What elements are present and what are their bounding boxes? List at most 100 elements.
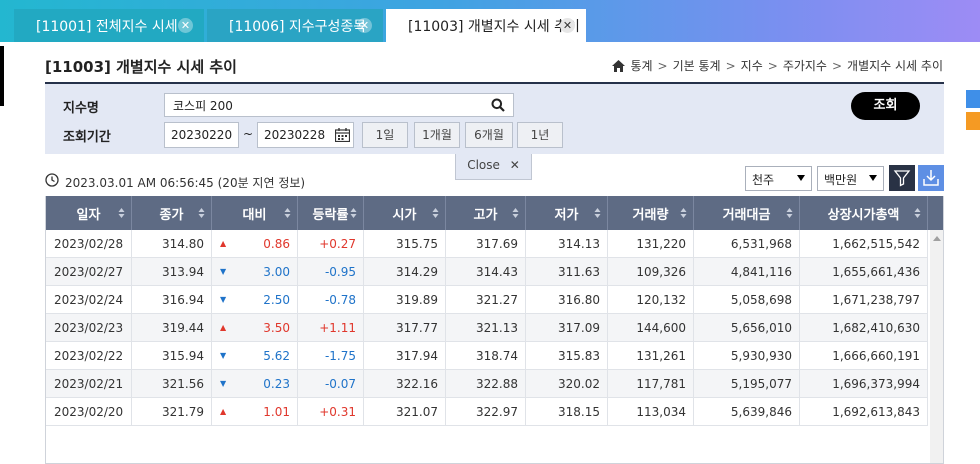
calendar-icon[interactable] (335, 128, 350, 142)
cell-high: 321.13 (446, 314, 526, 341)
close-search-panel-button[interactable]: Close ✕ (455, 154, 532, 180)
breadcrumb-item[interactable]: 기본 통계 (673, 57, 721, 74)
period-1month-button[interactable]: 1개월 (414, 122, 460, 148)
column-header[interactable]: 고가 (446, 196, 526, 230)
column-header[interactable]: 저가 (526, 196, 608, 230)
column-header[interactable]: 시가 (364, 196, 446, 230)
cell-low: 316.80 (526, 286, 608, 313)
dropdown-arrow-icon (797, 175, 805, 181)
column-label: 등락률 (312, 207, 349, 223)
close-icon[interactable]: ✕ (560, 18, 575, 33)
cell-amount: 5,930,930 (694, 342, 800, 369)
column-header[interactable]: 대비 (212, 196, 298, 230)
cell-change: ▼ 3.00 (212, 258, 298, 285)
close-icon[interactable]: ✕ (357, 18, 372, 33)
sort-icon[interactable] (512, 207, 519, 219)
period-6month-button[interactable]: 6개월 (465, 122, 513, 148)
cell-low: 315.83 (526, 342, 608, 369)
cell-value: 113,034 (636, 404, 686, 419)
sort-icon[interactable] (594, 207, 601, 219)
cell-volume: 131,220 (608, 230, 694, 257)
side-toolbar-button[interactable] (966, 90, 980, 108)
column-header[interactable]: 종가 (132, 196, 212, 230)
column-label: 대비 (242, 207, 267, 223)
sort-icon[interactable] (118, 207, 125, 219)
cell-amount: 5,639,846 (694, 398, 800, 425)
table-row[interactable]: 2023/02/24 316.94 ▼ 2.50 -0.78 319.89 321.27 31… (46, 286, 928, 314)
column-header[interactable]: 상장시가총액 (800, 196, 928, 230)
sort-icon[interactable] (786, 207, 793, 219)
cell-high: 322.97 (446, 398, 526, 425)
chevron-right-icon: > (831, 58, 843, 73)
breadcrumb-item[interactable]: 통계 (630, 57, 652, 74)
query-button[interactable]: 조회 (851, 92, 920, 120)
search-icon[interactable] (491, 98, 505, 112)
tab-11001[interactable]: [11001] 전체지수 시세 ✕ (14, 9, 204, 42)
index-search-input[interactable]: 코스피 200 (164, 93, 514, 117)
cell-value: 131,261 (636, 348, 686, 363)
cell-cap: 1,671,238,797 (800, 286, 928, 313)
sort-icon[interactable] (914, 207, 921, 219)
cell-value: +0.27 (319, 236, 356, 251)
table-row[interactable]: 2023/02/22 315.94 ▼ 5.62 -1.75 317.94 318.74 31… (46, 342, 928, 370)
cell-value: -0.07 (324, 376, 356, 391)
cell-value: 314.29 (396, 264, 438, 279)
period-1year-button[interactable]: 1년 (517, 122, 563, 148)
cell-rate: +1.11 (298, 314, 364, 341)
close-icon[interactable]: ✕ (178, 18, 193, 33)
sort-icon[interactable] (680, 207, 687, 219)
cell-date: 2023/02/22 (46, 342, 132, 369)
table-row[interactable]: 2023/02/27 313.94 ▼ 3.00 -0.95 314.29 314.43 31… (46, 258, 928, 286)
column-label: 거래량 (632, 207, 669, 223)
cell-value: 317.77 (396, 320, 438, 335)
vertical-scrollbar[interactable] (930, 230, 943, 463)
table-body: 2023/02/28 314.80 ▲ 0.86 +0.27 315.75 317.69 31… (46, 230, 928, 426)
column-header[interactable]: 거래대금 (694, 196, 800, 230)
table-row[interactable]: 2023/02/20 321.79 ▲ 1.01 +0.31 321.07 322.97 31… (46, 398, 928, 426)
cell-value: 6,531,968 (730, 236, 792, 251)
cell-low: 314.13 (526, 230, 608, 257)
table-row[interactable]: 2023/02/23 319.44 ▲ 3.50 +1.11 317.77 321.13 31… (46, 314, 928, 342)
cell-value: 314.80 (162, 236, 204, 251)
chevron-right-icon: > (657, 58, 668, 73)
volume-unit-select[interactable]: 천주 (745, 166, 812, 191)
sort-icon[interactable] (432, 207, 439, 219)
amount-unit-value: 백만원 (824, 173, 858, 187)
column-header[interactable]: 거래량 (608, 196, 694, 230)
close-icon: ✕ (509, 158, 520, 172)
tab-11006[interactable]: [11006] 지수구성종목 ✕ (207, 9, 383, 42)
timestamp-value: 2023.03.01 AM 06:56:45 (65, 176, 214, 190)
start-date-input[interactable]: 20230220 (164, 122, 239, 148)
column-label: 고가 (473, 207, 498, 223)
period-1day-button[interactable]: 1일 (362, 122, 408, 148)
breadcrumb-item[interactable]: 주가지수 (783, 57, 827, 74)
table-row[interactable]: 2023/02/21 321.56 ▼ 0.23 -0.07 322.16 322.88 32… (46, 370, 928, 398)
download-button[interactable] (918, 165, 944, 191)
side-toolbar-button[interactable] (966, 112, 980, 130)
sort-icon[interactable] (350, 207, 357, 219)
cell-value: 5,195,077 (730, 376, 792, 391)
column-header[interactable]: 일자 (46, 196, 132, 230)
sort-icon[interactable] (284, 207, 291, 219)
cell-rate: -0.78 (298, 286, 364, 313)
filter-button[interactable] (889, 165, 915, 191)
sort-icon[interactable] (198, 207, 205, 219)
cell-value: 2023/02/21 (54, 376, 124, 391)
amount-unit-select[interactable]: 백만원 (817, 166, 884, 191)
cell-value: 321.56 (162, 376, 204, 391)
home-icon[interactable] (612, 59, 626, 72)
table-row[interactable]: 2023/02/28 314.80 ▲ 0.86 +0.27 315.75 317.69 31… (46, 230, 928, 258)
scroll-up-icon[interactable] (933, 236, 941, 241)
column-header[interactable]: 등락률 (298, 196, 364, 230)
tab-11003[interactable]: [11003] 개별지수 시세 추이 ✕ (386, 9, 586, 42)
app-root: [11001] 전체지수 시세 ✕ [11006] 지수구성종목 ✕ [1100… (0, 0, 980, 464)
cell-value: 5,656,010 (730, 320, 792, 335)
cell-value: 318.15 (558, 404, 600, 419)
cell-value: 2023/02/24 (54, 292, 124, 307)
cell-value: 313.94 (162, 264, 204, 279)
cell-amount: 6,531,968 (694, 230, 800, 257)
cell-cap: 1,696,373,994 (800, 370, 928, 397)
cell-amount: 5,058,698 (694, 286, 800, 313)
cell-value: 314.13 (558, 236, 600, 251)
breadcrumb-item[interactable]: 지수 (741, 57, 763, 74)
